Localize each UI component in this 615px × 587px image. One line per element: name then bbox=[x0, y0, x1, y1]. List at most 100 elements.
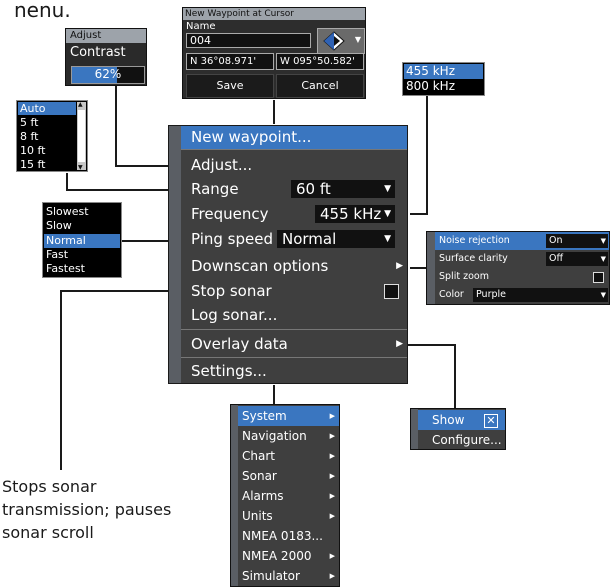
overlay-show-item[interactable]: Show ✕ bbox=[418, 410, 505, 430]
surface-clarity-row[interactable]: Surface clarity Off ▼ bbox=[435, 250, 609, 268]
scrollbar-thumb[interactable] bbox=[78, 110, 85, 162]
longitude-field[interactable]: W 095°50.582' bbox=[276, 53, 364, 70]
latitude-field[interactable]: N 36°08.971' bbox=[186, 53, 274, 70]
ping-speed-option[interactable]: Slow bbox=[44, 219, 120, 233]
chevron-right-icon: ▶ bbox=[329, 472, 335, 480]
adjust-popup: Adjust Contrast 62% bbox=[65, 28, 147, 86]
settings-item-simulator[interactable]: Simulator ▶ bbox=[238, 566, 339, 586]
menu-gutter bbox=[427, 232, 435, 304]
settings-item-system[interactable]: System ▶ bbox=[238, 406, 339, 426]
surface-clarity-label: Surface clarity bbox=[439, 253, 508, 264]
menu-item-settings[interactable]: Settings... bbox=[181, 360, 407, 383]
menu-gutter bbox=[411, 409, 418, 449]
chevron-right-icon: ▶ bbox=[329, 412, 335, 420]
stop-sonar-checkbox[interactable] bbox=[384, 284, 399, 299]
new-waypoint-dialog: New Waypoint at Cursor Name 004 ▼ N 36°0… bbox=[182, 7, 366, 99]
chevron-down-icon: ▼ bbox=[384, 234, 391, 244]
menu-item-frequency[interactable]: Frequency 455 kHz ▼ bbox=[181, 203, 407, 226]
ping-speed-select[interactable]: Normal ▼ bbox=[277, 230, 395, 248]
range-option[interactable]: 5 ft bbox=[18, 116, 76, 129]
menu-item-new-waypoint[interactable]: New waypoint... bbox=[181, 126, 407, 149]
dialog-title: New Waypoint at Cursor bbox=[183, 8, 365, 20]
cancel-button[interactable]: Cancel bbox=[276, 74, 364, 98]
ping-speed-option[interactable]: Slowest bbox=[44, 205, 120, 219]
overlay-configure-label: Configure... bbox=[432, 433, 502, 447]
waypoint-name-field[interactable]: 004 bbox=[186, 33, 311, 48]
noise-rejection-row[interactable]: Noise rejection On ▼ bbox=[435, 232, 609, 250]
ping-speed-option[interactable]: Normal bbox=[44, 234, 120, 248]
waypoint-icon-selector[interactable]: ▼ bbox=[317, 28, 365, 54]
color-row[interactable]: Color Purple ▼ bbox=[435, 286, 609, 304]
menu-item-label: Settings... bbox=[191, 362, 267, 380]
settings-item-label: Simulator bbox=[242, 569, 300, 583]
contrast-label: Contrast bbox=[70, 45, 126, 60]
settings-item-navigation[interactable]: Navigation ▶ bbox=[238, 426, 339, 446]
connector-line bbox=[426, 96, 428, 214]
menu-item-label: Adjust... bbox=[191, 156, 253, 174]
scroll-up-icon: ▲ bbox=[78, 101, 83, 108]
overlay-configure-item[interactable]: Configure... bbox=[418, 430, 505, 450]
connector-line bbox=[115, 86, 117, 166]
settings-item-label: Alarms bbox=[242, 489, 284, 503]
connector-line bbox=[273, 100, 275, 124]
settings-submenu: System ▶ Navigation ▶ Chart ▶ Sonar ▶ Al… bbox=[230, 404, 340, 587]
range-option[interactable]: Auto bbox=[18, 102, 76, 115]
settings-item-nmea-2000[interactable]: NMEA 2000 ▶ bbox=[238, 546, 339, 566]
frequency-option[interactable]: 455 kHz bbox=[404, 64, 483, 79]
menu-gutter bbox=[231, 405, 238, 586]
noise-rejection-select[interactable]: On ▼ bbox=[546, 234, 608, 248]
range-dropdown-list: Auto 5 ft 8 ft 10 ft 15 ft ▲ ▼ bbox=[16, 100, 88, 172]
color-value: Purple bbox=[476, 289, 507, 300]
settings-item-label: Units bbox=[242, 509, 273, 523]
chevron-right-icon: ▶ bbox=[329, 432, 335, 440]
contrast-slider[interactable]: 62% bbox=[71, 66, 145, 84]
split-zoom-row[interactable]: Split zoom bbox=[435, 268, 609, 286]
menu-item-stop-sonar[interactable]: Stop sonar bbox=[181, 280, 407, 303]
frequency-select[interactable]: 455 kHz ▼ bbox=[315, 205, 395, 223]
save-button[interactable]: Save bbox=[186, 74, 274, 98]
chevron-right-icon: ▶ bbox=[329, 512, 335, 520]
range-list-scrollbar[interactable]: ▲ ▼ bbox=[77, 101, 86, 171]
settings-item-sonar[interactable]: Sonar ▶ bbox=[238, 466, 339, 486]
range-option[interactable]: 10 ft bbox=[18, 144, 76, 157]
frequency-option[interactable]: 800 kHz bbox=[404, 79, 483, 94]
connector-line bbox=[60, 290, 62, 470]
menu-item-downscan-options[interactable]: Downscan options ▶ bbox=[181, 255, 407, 278]
settings-item-nmea-0183[interactable]: NMEA 0183... bbox=[238, 526, 339, 546]
connector-line bbox=[454, 344, 456, 408]
ping-speed-dropdown-list: Slowest Slow Normal Fast Fastest bbox=[42, 202, 122, 278]
ping-speed-option[interactable]: Fast bbox=[44, 248, 120, 262]
frequency-value: 455 kHz bbox=[320, 205, 382, 223]
menu-item-range[interactable]: Range 60 ft ▼ bbox=[181, 178, 407, 201]
menu-item-label: Downscan options bbox=[191, 257, 329, 275]
split-zoom-checkbox[interactable] bbox=[593, 272, 604, 283]
settings-item-alarms[interactable]: Alarms ▶ bbox=[238, 486, 339, 506]
chevron-right-icon: ▶ bbox=[329, 492, 335, 500]
settings-item-label: NMEA 2000 bbox=[242, 549, 312, 563]
ping-speed-option[interactable]: Fastest bbox=[44, 262, 120, 276]
adjust-title: Adjust bbox=[66, 29, 146, 43]
menu-item-label: New waypoint... bbox=[191, 128, 312, 146]
waypoint-diamond-icon bbox=[323, 31, 345, 51]
color-select[interactable]: Purple ▼ bbox=[473, 288, 608, 302]
show-checkbox-checked-icon[interactable]: ✕ bbox=[484, 414, 498, 428]
settings-item-chart[interactable]: Chart ▶ bbox=[238, 446, 339, 466]
range-value: 60 ft bbox=[296, 180, 331, 198]
surface-clarity-select[interactable]: Off ▼ bbox=[546, 252, 608, 266]
sonar-menu: New waypoint... Adjust... Range 60 ft ▼ … bbox=[168, 125, 408, 384]
menu-separator bbox=[181, 357, 407, 358]
chevron-right-icon: ▶ bbox=[329, 452, 335, 460]
settings-item-units[interactable]: Units ▶ bbox=[238, 506, 339, 526]
range-option[interactable]: 8 ft bbox=[18, 130, 76, 143]
menu-item-overlay-data[interactable]: Overlay data ▶ bbox=[181, 333, 407, 356]
menu-item-log-sonar[interactable]: Log sonar... bbox=[181, 304, 407, 327]
chevron-down-icon: ▼ bbox=[600, 255, 606, 263]
menu-item-adjust[interactable]: Adjust... bbox=[181, 154, 407, 177]
chevron-right-icon: ▶ bbox=[396, 339, 403, 349]
range-option[interactable]: 15 ft bbox=[18, 158, 76, 171]
frequency-dropdown-list: 455 kHz 800 kHz bbox=[402, 62, 485, 96]
noise-rejection-label: Noise rejection bbox=[439, 235, 510, 246]
menu-item-ping-speed[interactable]: Ping speed Normal ▼ bbox=[181, 228, 407, 251]
menu-item-label: Stop sonar bbox=[191, 282, 272, 300]
range-select[interactable]: 60 ft ▼ bbox=[291, 180, 395, 198]
